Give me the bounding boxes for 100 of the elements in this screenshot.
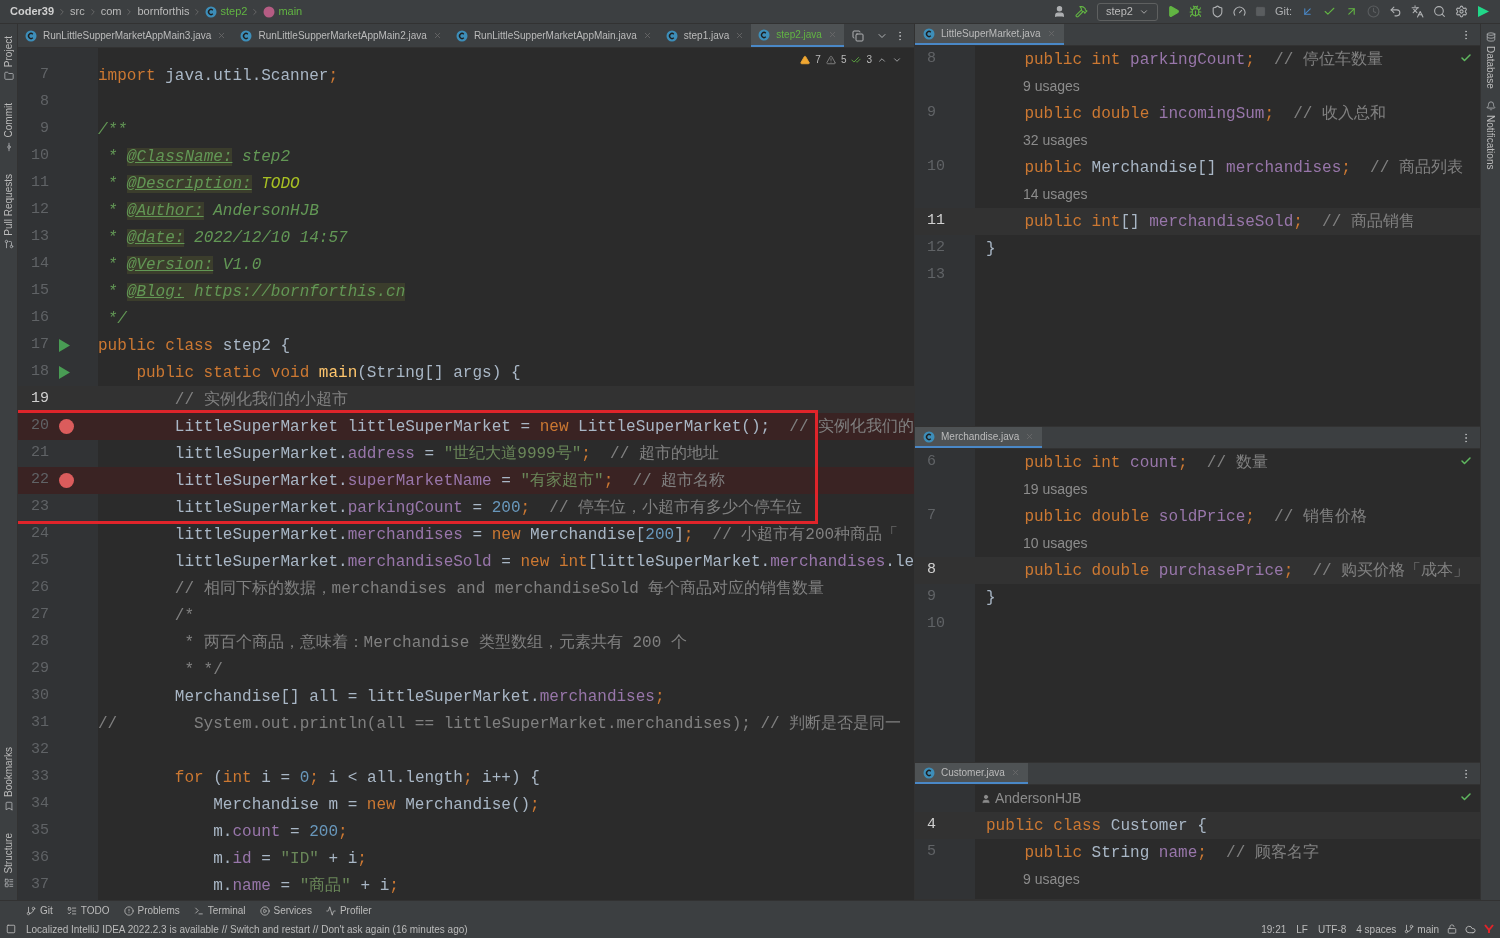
code-line: public class Customer {	[986, 816, 1207, 835]
translate-icon[interactable]	[1411, 5, 1424, 18]
editor-tab[interactable]: Merchandise.java	[915, 427, 1043, 448]
tool-window-button[interactable]: TODO	[66, 903, 110, 918]
tool-window-label: Structure	[2, 833, 15, 874]
tool-window-button[interactable]: Project	[0, 32, 18, 86]
tool-window-button[interactable]: Pull Requests	[0, 169, 18, 254]
run-icon[interactable]	[59, 339, 70, 352]
file-encoding[interactable]: UTF-8	[1317, 921, 1347, 937]
breadcrumb-item[interactable]: main	[278, 3, 303, 20]
warning-count[interactable]: 7	[815, 52, 821, 67]
method-icon	[263, 5, 276, 18]
update-icon[interactable]	[1301, 5, 1314, 18]
run-config-dropdown[interactable]: step2	[1096, 2, 1158, 21]
structure-icon	[3, 878, 14, 888]
code-line: /*	[173, 606, 194, 625]
profiler-icon	[325, 905, 336, 916]
tool-window-button[interactable]: Services	[259, 903, 312, 918]
caret-position[interactable]: 19:21	[1261, 921, 1287, 937]
code-line: */	[106, 309, 127, 328]
tool-window-button[interactable]: Notifications	[1483, 100, 1498, 170]
plugin-icon[interactable]	[1477, 5, 1490, 18]
editor-tab[interactable]: step1.java	[658, 24, 752, 47]
usages-hint[interactable]: 19 usages	[975, 479, 1088, 500]
code-line: LittleSuperMarket littleSuperMarket = new LittleSuperMarket(); // 实例化我们的	[173, 417, 914, 436]
editor-tab[interactable]: step2.java	[751, 24, 844, 47]
code-line: Merchandise[] all = littleSuperMarket.merchandises;	[173, 687, 665, 706]
undo-icon[interactable]	[1389, 5, 1402, 18]
check-icon	[1460, 791, 1472, 803]
tool-window-button[interactable]: Database	[1483, 32, 1498, 89]
editor-tab[interactable]: RunLittleSupperMarketAppMain3.java	[18, 24, 234, 47]
usages-hint[interactable]: 10 usages	[975, 533, 1088, 554]
weak-warning-count[interactable]: 5	[840, 52, 847, 67]
run-icon[interactable]	[59, 366, 70, 379]
line-number: 4	[927, 815, 936, 836]
branch-icon	[26, 905, 36, 916]
commit-icon[interactable]	[1323, 5, 1336, 18]
breadcrumb-item[interactable]: Coder39	[10, 3, 55, 20]
code-line: public int[] merchandiseSold; // 商品销售	[1023, 212, 1415, 231]
tool-window-button[interactable]: Commit	[0, 99, 18, 156]
editor-tab[interactable]: Customer.java	[915, 763, 1028, 784]
line-separator[interactable]: LF	[1296, 921, 1308, 937]
profile-icon[interactable]	[1232, 5, 1246, 18]
bell-icon	[1485, 100, 1496, 111]
panel-icon[interactable]	[6, 924, 16, 934]
class-icon	[240, 29, 253, 42]
breadcrumb-item[interactable]: bornforthis	[137, 3, 190, 20]
hammer-icon[interactable]	[1074, 5, 1088, 18]
tool-window-button[interactable]: Profiler	[325, 903, 372, 918]
unlock-icon[interactable]	[1447, 924, 1457, 934]
code-line: public int count; // 数量	[1023, 453, 1268, 472]
bug-icon[interactable]	[1188, 5, 1202, 18]
indent-setting[interactable]: 4 spaces	[1356, 921, 1397, 937]
tool-window-button[interactable]: Structure	[0, 829, 18, 892]
usages-hint[interactable]: 9 usages	[975, 869, 1080, 890]
code-line: // 相同下标的数据，merchandises and merchandiseSold 每个商品对应的销售数量	[173, 579, 825, 598]
breakpoint-icon[interactable]	[59, 473, 74, 488]
editor-tab[interactable]: RunLittleSupperMarketAppMain2.java	[233, 24, 449, 47]
user-icon[interactable]	[1052, 5, 1066, 18]
file-icon[interactable]	[851, 29, 864, 42]
run-icon[interactable]	[1166, 5, 1180, 18]
code-line: }	[986, 239, 996, 258]
search-icon[interactable]	[1433, 5, 1446, 18]
typo-count[interactable]: 3	[866, 52, 872, 67]
tool-window-label: Notifications	[1484, 114, 1497, 170]
tool-window-button[interactable]: Problems	[123, 903, 180, 918]
list-icon	[66, 905, 77, 916]
editor-tab[interactable]: RunLittleSupperMarketAppMain.java	[448, 24, 659, 47]
class-icon	[758, 28, 771, 41]
settings-icon[interactable]	[1455, 5, 1468, 18]
class-icon	[665, 29, 678, 42]
code-line: Merchandise m = new Merchandise();	[212, 795, 540, 814]
breadcrumb-item[interactable]: src	[70, 3, 85, 20]
check-icon	[1460, 455, 1472, 467]
branch-icon	[1404, 924, 1415, 934]
usages-hint[interactable]: 14 usages	[975, 184, 1088, 205]
git-branch[interactable]: main	[1417, 921, 1439, 937]
code-line: public class step2 {	[98, 336, 291, 355]
class-icon	[25, 29, 37, 42]
breadcrumb-item[interactable]: step2	[220, 3, 248, 20]
coverage-icon[interactable]	[1210, 5, 1224, 18]
code-line: /**	[98, 120, 127, 139]
usages-hint[interactable]: 9 usages	[975, 76, 1080, 97]
code-line: littleSuperMarket.address = "世纪大道9999号"; // 超市的地址	[173, 444, 719, 463]
code-line: // 实例化我们的小超市	[173, 390, 348, 409]
code-line: public int parkingCount; // 停位车数量	[1023, 50, 1383, 69]
tool-window-button[interactable]: Git	[26, 903, 53, 918]
code-line: public double purchasePrice; // 购买价格「成本」	[1023, 561, 1470, 580]
breakpoint-icon[interactable]	[59, 419, 74, 434]
tool-window-button[interactable]: Bookmarks	[0, 743, 18, 816]
breadcrumb-item[interactable]: com	[100, 3, 122, 20]
push-icon[interactable]	[1345, 5, 1358, 18]
status-message[interactable]: Localized IntelliJ IDEA 2022.2.3 is available // Switch and restart // Don't ask again (16 minutes ago)	[26, 921, 468, 937]
editor-tab[interactable]: LittleSuperMarket.java	[915, 24, 1064, 45]
cloud-icon[interactable]	[1465, 923, 1476, 935]
line-number: 22	[30, 470, 49, 491]
usages-hint[interactable]: 32 usages	[975, 130, 1088, 151]
tool-window-button[interactable]: Terminal	[193, 903, 246, 918]
class-icon	[923, 27, 935, 40]
code-line: m.id = "ID" + i;	[212, 849, 367, 868]
